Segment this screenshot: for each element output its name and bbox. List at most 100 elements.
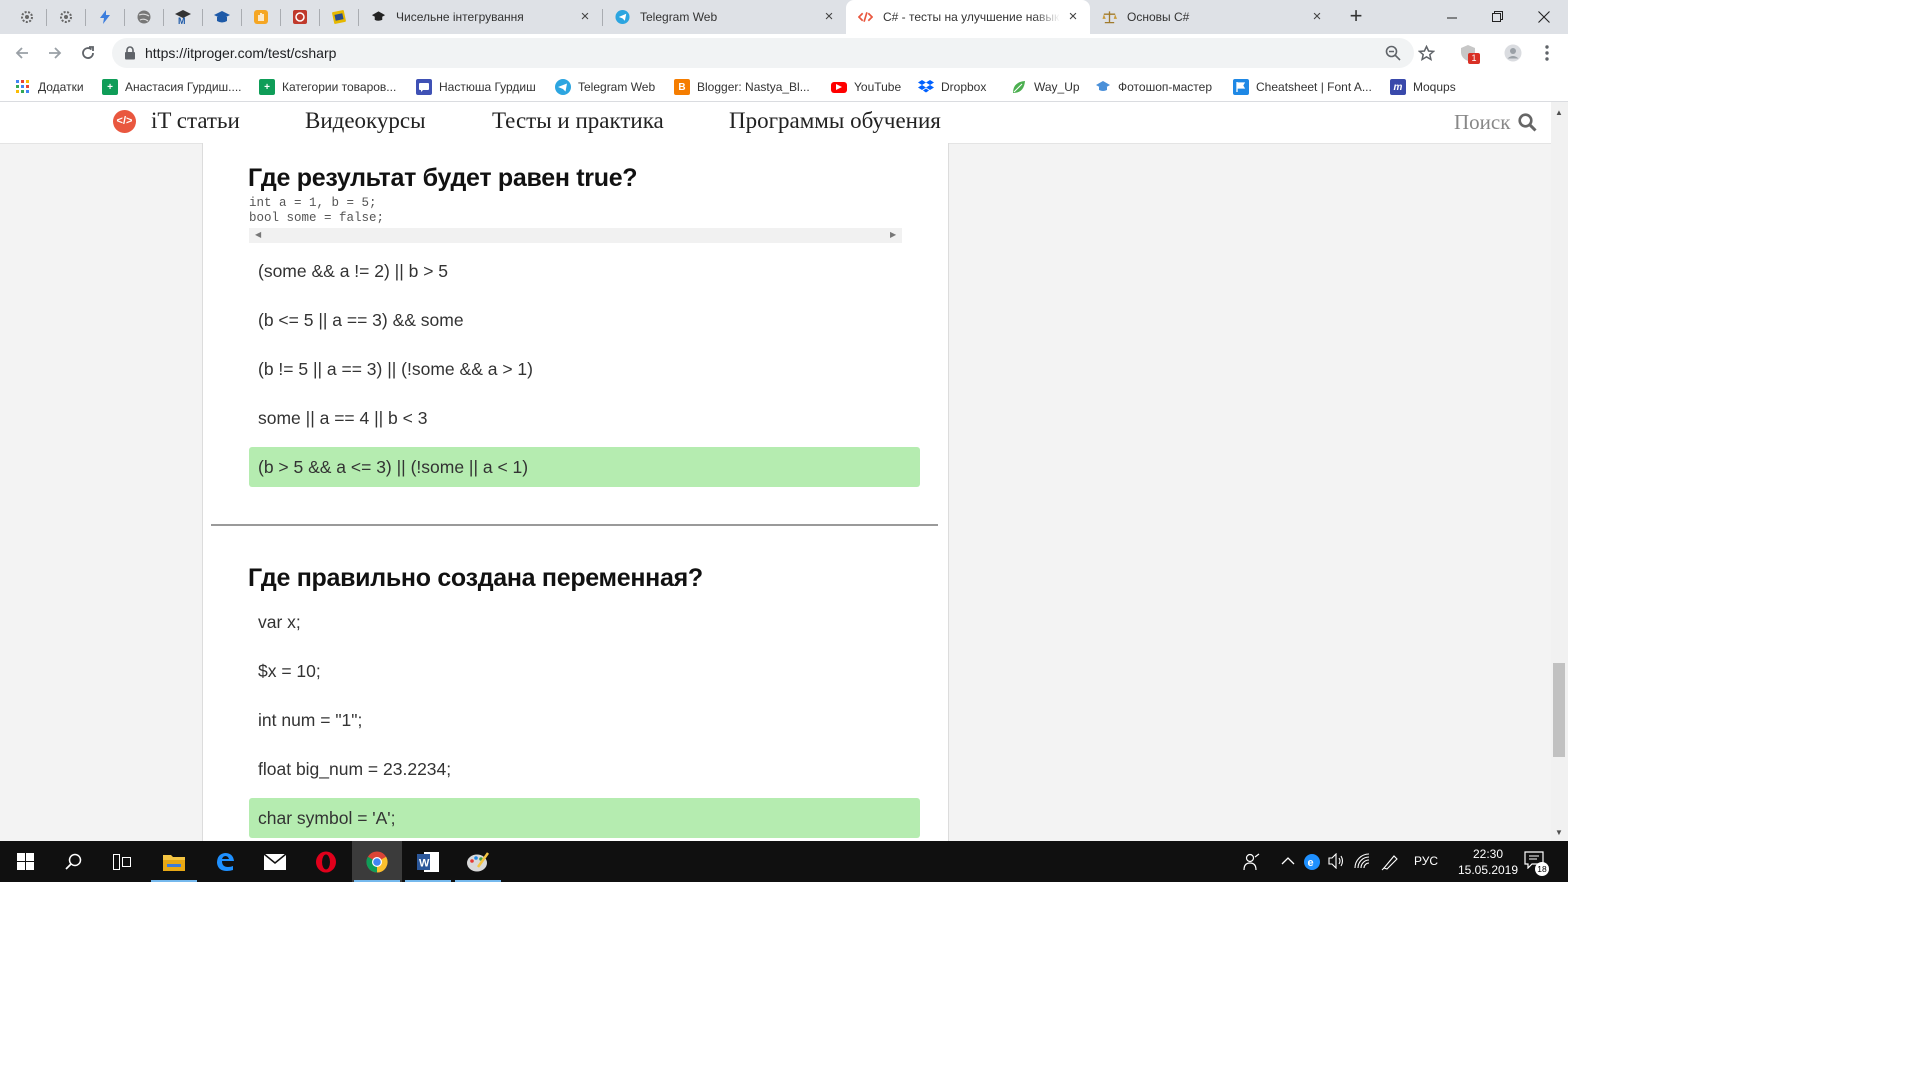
extension-button[interactable]: 1 <box>1458 43 1480 64</box>
question-title: Где правильно создана переменная? <box>248 564 703 592</box>
search-icon[interactable] <box>1518 113 1537 132</box>
people-icon[interactable] <box>1243 853 1261 871</box>
answer-option[interactable]: some || a == 4 || b < 3 <box>249 398 920 438</box>
taskbar-word[interactable]: W <box>403 841 453 882</box>
menu-button[interactable] <box>1537 43 1557 63</box>
mortarboard-icon <box>1095 79 1111 95</box>
edge-tray-icon[interactable]: e <box>1304 853 1322 871</box>
profile-avatar[interactable] <box>1503 43 1523 63</box>
answer-option[interactable]: (b <= 5 || a == 3) && some <box>249 300 920 340</box>
clock[interactable]: 22:30 15.05.2019 <box>1452 846 1524 878</box>
new-tab-button[interactable]: + <box>1343 5 1369 29</box>
bookmark-label: Категории товаров... <box>282 80 397 94</box>
tab-telegram-web[interactable]: Telegram Web × <box>603 0 846 34</box>
site-navigation: </> iT статьи Видеокурсы Тесты и практик… <box>0 102 1551 144</box>
task-view-button[interactable] <box>97 841 147 882</box>
bookmark-apps[interactable]: Додатки <box>15 78 84 96</box>
tab-numerical-integration[interactable]: Чисельне інтегрування × <box>359 0 602 34</box>
language-indicator[interactable]: РУС <box>1414 854 1438 868</box>
forward-button[interactable] <box>42 41 68 65</box>
scroll-left-icon[interactable]: ◀ <box>255 230 261 239</box>
bookmark-photoshop-master[interactable]: Фотошоп-мастер <box>1095 78 1212 96</box>
bookmark-telegram[interactable]: Telegram Web <box>555 78 655 96</box>
mortarboard-icon <box>371 10 386 25</box>
minimize-button[interactable] <box>1429 0 1475 34</box>
answer-option[interactable]: (some && a != 2) || b > 5 <box>249 251 920 291</box>
tab-title: Основы C# <box>1127 10 1190 24</box>
taskbar-mail[interactable] <box>250 841 300 882</box>
answer-option[interactable]: $x = 10; <box>249 651 920 691</box>
scales-icon <box>1102 10 1117 25</box>
pinned-tab-9[interactable] <box>320 0 358 34</box>
back-button[interactable] <box>9 41 35 65</box>
word-icon: W <box>417 851 439 872</box>
bookmark-anastasia[interactable]: + Анастасия Гурдиш.... <box>102 78 242 96</box>
taskbar-paint[interactable] <box>453 841 503 882</box>
volume-icon[interactable] <box>1328 853 1346 869</box>
taskbar-file-explorer[interactable] <box>149 841 199 882</box>
zoom-icon[interactable] <box>1383 43 1403 63</box>
taskbar-search-button[interactable] <box>48 841 98 882</box>
answer-option-correct[interactable]: char symbol = 'A'; <box>249 798 920 838</box>
bookmark-font-awesome[interactable]: Cheatsheet | Font A... <box>1233 78 1372 96</box>
answer-option[interactable]: var x; <box>249 602 920 642</box>
scroll-right-icon[interactable]: ▶ <box>890 230 896 239</box>
answer-option[interactable]: (b != 5 || a == 3) || (!some && a > 1) <box>249 349 920 389</box>
pinned-tab-5[interactable]: M <box>164 0 202 34</box>
pinned-tab-1[interactable] <box>8 0 46 34</box>
bookmark-wayup[interactable]: Way_Up <box>1011 78 1080 96</box>
bookmark-categories[interactable]: + Категории товаров... <box>259 78 396 96</box>
answer-option[interactable]: float big_num = 23.2234; <box>249 749 920 789</box>
answer-option-correct[interactable]: (b > 5 && a <= 3) || (!some || a < 1) <box>249 447 920 487</box>
pinned-tab-3[interactable] <box>86 0 124 34</box>
answer-option[interactable]: int num = "1"; <box>249 700 920 740</box>
show-hidden-icons-icon[interactable] <box>1281 856 1295 866</box>
scroll-down-icon[interactable]: ▼ <box>1555 828 1563 837</box>
action-center-button[interactable]: 18 <box>1524 851 1549 876</box>
bookmark-blogger[interactable]: B Blogger: Nastya_Bl... <box>674 78 810 96</box>
nav-tests-practice[interactable]: Тесты и практика <box>492 108 664 134</box>
code-line: int a = 1, b = 5; <box>249 196 377 210</box>
close-icon[interactable]: × <box>578 9 592 24</box>
bookmark-youtube[interactable]: YouTube <box>831 78 901 96</box>
close-icon[interactable]: × <box>1310 9 1324 24</box>
tab-csharp-tests[interactable]: C# - тесты на улучшение навыков × <box>846 0 1090 34</box>
close-icon[interactable]: × <box>1066 9 1080 24</box>
pinned-tab-7[interactable] <box>242 0 280 34</box>
lock-icon <box>125 46 135 60</box>
youtube-icon <box>831 81 847 93</box>
taskbar-opera[interactable] <box>301 841 351 882</box>
start-button[interactable] <box>0 841 50 882</box>
bookmark-nastyusha[interactable]: Настюша Гурдиш <box>416 78 536 96</box>
leaf-icon <box>1011 79 1027 95</box>
nav-study-programs[interactable]: Программы обучения <box>729 108 941 134</box>
reload-button[interactable] <box>75 41 101 65</box>
pinned-tab-8[interactable] <box>281 0 319 34</box>
bookmark-dropbox[interactable]: Dropbox <box>918 78 986 96</box>
taskbar-chrome[interactable] <box>352 841 402 882</box>
pen-icon[interactable] <box>1381 853 1399 871</box>
pinned-tab-2[interactable] <box>47 0 85 34</box>
nav-video-courses[interactable]: Видеокурсы <box>305 108 426 134</box>
pinned-tab-4[interactable] <box>125 0 163 34</box>
bookmark-star-icon[interactable] <box>1416 43 1436 63</box>
close-window-button[interactable] <box>1521 0 1567 34</box>
nav-it-articles[interactable]: iT статьи <box>151 108 240 134</box>
site-logo[interactable]: </> <box>113 110 136 133</box>
address-bar[interactable]: https://itproger.com/test/csharp <box>112 38 1414 68</box>
wifi-icon[interactable] <box>1354 853 1372 869</box>
globe-icon <box>137 10 151 24</box>
bookmark-label: YouTube <box>854 80 902 94</box>
scrollbar-thumb[interactable] <box>1553 663 1565 757</box>
scroll-up-icon[interactable]: ▲ <box>1555 108 1563 117</box>
reload-icon <box>82 46 94 59</box>
pinned-tab-6[interactable] <box>203 0 241 34</box>
code-horizontal-scrollbar[interactable]: ◀ ▶ <box>249 228 902 243</box>
search-link[interactable]: Поиск <box>1454 110 1510 135</box>
taskbar-edge[interactable] <box>200 841 250 882</box>
bookmark-moqups[interactable]: m Moqups <box>1390 78 1456 96</box>
close-icon[interactable]: × <box>822 9 836 24</box>
restore-button[interactable] <box>1475 0 1521 34</box>
tab-csharp-basics[interactable]: Основы C# × <box>1090 0 1334 34</box>
tab-title: Telegram Web <box>640 10 718 24</box>
